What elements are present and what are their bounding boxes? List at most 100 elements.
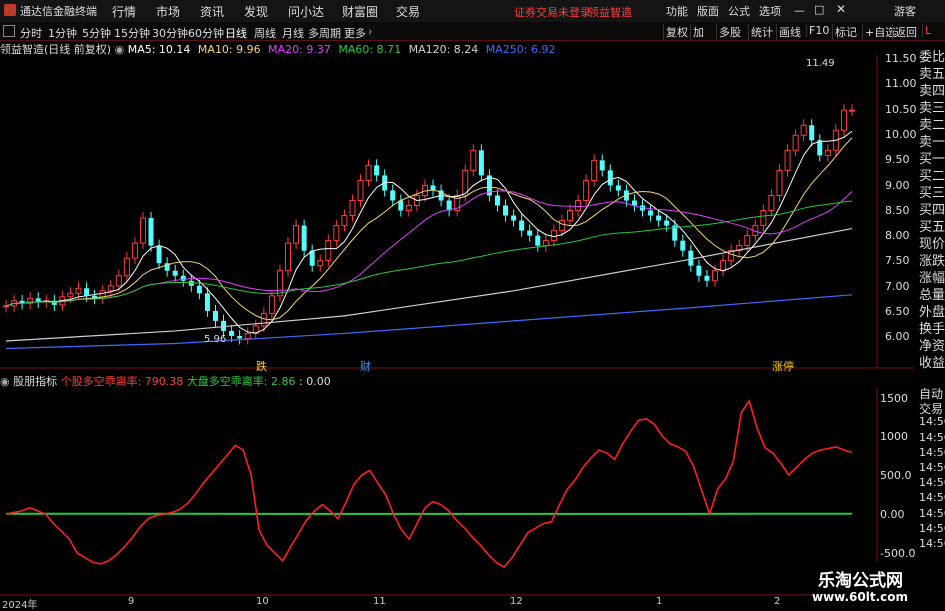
price-chart[interactable] bbox=[0, 41, 915, 369]
menu-xuanxiang[interactable]: 选项 bbox=[759, 3, 781, 19]
btn-back[interactable]: 返回 bbox=[892, 24, 919, 40]
candle-body bbox=[123, 257, 130, 277]
guest-label[interactable]: 游客 bbox=[894, 3, 916, 19]
right-panel-time: 14:56 bbox=[919, 461, 945, 474]
indicator-third-value: : 0.00 bbox=[299, 375, 331, 388]
tab-daily[interactable]: 日线 bbox=[225, 25, 247, 41]
candle-body bbox=[607, 170, 613, 186]
candle-body bbox=[567, 210, 573, 222]
btn-stats[interactable]: 统计 bbox=[748, 24, 775, 40]
candle-body bbox=[744, 235, 751, 247]
candle-body bbox=[712, 270, 719, 282]
event-label-zhangting[interactable]: 涨停 bbox=[772, 358, 794, 374]
price-axis-tick: 7.50 bbox=[885, 254, 910, 268]
event-label-cai[interactable]: 财 bbox=[360, 358, 371, 374]
btn-add[interactable]: 加 bbox=[690, 24, 706, 40]
tab-5min[interactable]: 5分钟 bbox=[82, 25, 111, 41]
candle-body bbox=[260, 312, 267, 327]
indicator-info-line: ◉ 股朋指标 个股多空乖离率: 790.38 大盘多空乖离率: 2.86 : 0… bbox=[0, 373, 331, 388]
candle-body bbox=[317, 260, 324, 267]
candle-body bbox=[809, 125, 815, 141]
indicator-chart[interactable] bbox=[0, 388, 915, 596]
candle-body bbox=[688, 250, 694, 266]
menu-wenxiaoda[interactable]: 问小达 bbox=[288, 3, 324, 20]
indicator-stock-value: 个股多空乖离率: 790.38 bbox=[60, 375, 184, 388]
checkbox-icon[interactable] bbox=[3, 25, 15, 37]
price-axis-tick: 6.50 bbox=[885, 305, 910, 318]
menu-jiaoyi[interactable]: 交易 bbox=[396, 3, 420, 20]
tab-30min[interactable]: 30分钟 bbox=[152, 25, 188, 41]
minimize-icon[interactable]: — bbox=[794, 4, 805, 17]
period-toolbar: 分时 1分钟 5分钟 15分钟 30分钟 60分钟 日线 周线 月线 多周期 更… bbox=[0, 22, 945, 41]
candle-body bbox=[333, 225, 340, 242]
candle-body bbox=[67, 292, 74, 298]
tab-1min[interactable]: 1分钟 bbox=[48, 25, 77, 41]
low-annotation: 5.96 bbox=[204, 334, 227, 345]
event-label-die[interactable]: 跌 bbox=[256, 358, 267, 374]
price-axis-tick: 6.00 bbox=[885, 330, 910, 344]
btn-f10[interactable]: F10 bbox=[806, 24, 831, 37]
menu-gongshi[interactable]: 公式 bbox=[728, 3, 750, 19]
candle-body bbox=[196, 285, 202, 294]
chevron-right-icon[interactable]: › bbox=[368, 25, 372, 38]
candle-body bbox=[615, 185, 621, 191]
candle-body bbox=[680, 240, 686, 251]
candle-body bbox=[148, 218, 154, 246]
stock-name: 领益智造 bbox=[588, 6, 632, 19]
candle-body bbox=[583, 179, 590, 201]
watermark-title: 乐淘公式网 bbox=[818, 571, 903, 591]
close-icon[interactable]: ✕ bbox=[836, 2, 846, 16]
right-panel-time: 14:56 bbox=[919, 445, 945, 459]
menu-faxian[interactable]: 发现 bbox=[244, 3, 268, 20]
right-panel-time: 14:56 bbox=[919, 415, 945, 429]
right-panel-time: 14:56 bbox=[919, 476, 945, 490]
candle-body bbox=[204, 293, 210, 311]
candle-body bbox=[3, 305, 9, 308]
indicator-settings-icon[interactable]: ◉ bbox=[0, 375, 13, 388]
candle-body bbox=[503, 205, 509, 216]
menu-gongneng[interactable]: 功能 bbox=[666, 3, 688, 19]
menu-shichang[interactable]: 市场 bbox=[156, 3, 180, 20]
candle-body bbox=[535, 235, 541, 246]
watermark-url: www.60lt.com bbox=[812, 590, 909, 604]
price-axis-tick: 8.00 bbox=[885, 229, 910, 243]
tab-more[interactable]: 更多 bbox=[344, 25, 366, 41]
candle-body bbox=[470, 149, 477, 171]
tab-multiperiod[interactable]: 多周期 bbox=[308, 25, 341, 41]
tab-fenshi[interactable]: 分时 bbox=[20, 25, 42, 41]
tab-weekly[interactable]: 周线 bbox=[254, 25, 276, 41]
btn-draw[interactable]: 画线 bbox=[776, 24, 803, 40]
right-panel-time: 14:56 bbox=[919, 521, 945, 535]
corner-label[interactable]: L bbox=[922, 24, 933, 37]
menu-zixun[interactable]: 资讯 bbox=[200, 3, 224, 20]
login-warning[interactable]: 证券交易未登录 bbox=[514, 4, 591, 20]
candle-body bbox=[631, 200, 637, 206]
candle-body bbox=[276, 270, 283, 297]
btn-multistock[interactable]: 多股 bbox=[716, 24, 743, 40]
tab-15min[interactable]: 15分钟 bbox=[114, 25, 150, 41]
candle-body bbox=[268, 295, 275, 314]
ma10-line bbox=[5, 137, 853, 321]
date-label-11: 11 bbox=[373, 596, 386, 607]
btn-mark[interactable]: 标记 bbox=[832, 24, 859, 40]
high-annotation: 11.49 bbox=[806, 58, 835, 69]
date-label-2: 2 bbox=[774, 596, 781, 607]
candle-body bbox=[478, 150, 484, 176]
right-panel-label[interactable]: 收益 bbox=[919, 352, 945, 371]
price-axis-tick: 9.50 bbox=[885, 153, 910, 167]
btn-fuquan[interactable]: 复权 bbox=[663, 24, 690, 40]
right-panel-time: 14:56 bbox=[919, 430, 945, 444]
menu-caifuquan[interactable]: 财富圈 bbox=[342, 3, 378, 20]
candle-body bbox=[527, 230, 533, 236]
tab-monthly[interactable]: 月线 bbox=[282, 25, 304, 41]
title-bar: 通达信金融终端 行情 市场 资讯 发现 问小达 财富圈 交易 证券交易未登录 领… bbox=[0, 0, 945, 23]
candle-body bbox=[75, 287, 82, 294]
tab-60min[interactable]: 60分钟 bbox=[188, 25, 224, 41]
maximize-icon[interactable]: □ bbox=[814, 3, 824, 16]
candle-body bbox=[405, 205, 412, 212]
menu-banmian[interactable]: 版面 bbox=[697, 3, 719, 19]
right-panel-time: 14:56 bbox=[919, 491, 945, 505]
candle-body bbox=[188, 280, 194, 286]
menu-hangqing[interactable]: 行情 bbox=[112, 3, 136, 20]
candle-body bbox=[792, 134, 799, 151]
